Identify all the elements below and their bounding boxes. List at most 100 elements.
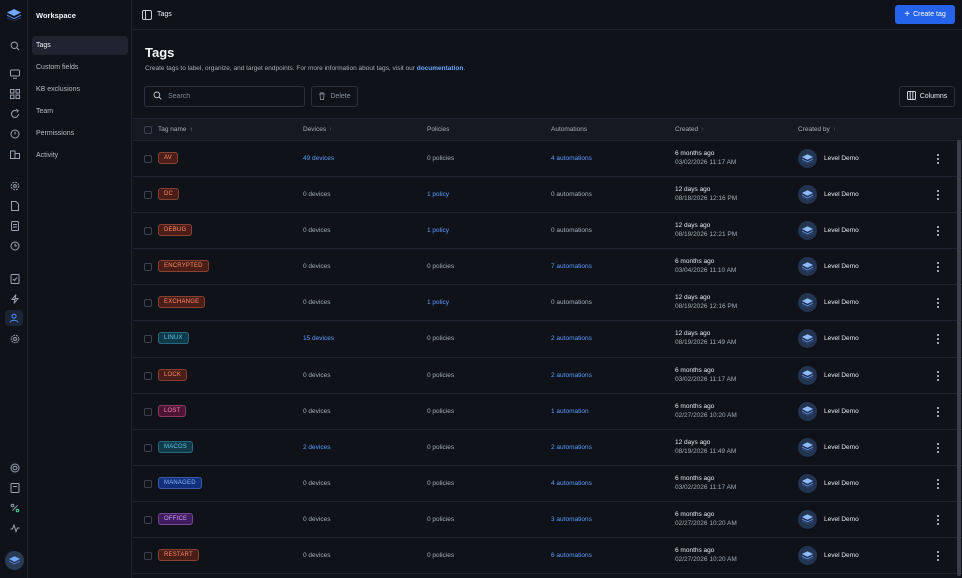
- checklist-icon[interactable]: [9, 273, 20, 284]
- row-menu-icon[interactable]: [935, 514, 941, 526]
- user-avatar[interactable]: [5, 551, 24, 570]
- search-box[interactable]: [144, 86, 305, 107]
- clock-alert-icon[interactable]: [9, 128, 20, 139]
- delete-button[interactable]: Delete: [311, 86, 358, 107]
- create-tag-button[interactable]: + Create tag: [895, 5, 955, 24]
- user-icon[interactable]: [5, 310, 23, 326]
- row-checkbox[interactable]: [144, 371, 152, 380]
- select-all-checkbox[interactable]: [144, 126, 152, 134]
- tag-badge[interactable]: OFFICE: [158, 512, 194, 525]
- sidebar-item-kb-exclusions[interactable]: KB exclusions: [32, 80, 128, 99]
- table-row[interactable]: AV 49 devices 0 policies 4 automations 6…: [133, 141, 962, 178]
- sidebar-toggle-icon[interactable]: [142, 10, 152, 20]
- row-menu-icon[interactable]: [935, 550, 941, 562]
- row-checkbox[interactable]: [144, 443, 152, 452]
- table-row[interactable]: LOCK 0 devices 0 policies 2 automations …: [133, 358, 962, 394]
- automations-count[interactable]: 7 automations: [551, 263, 592, 270]
- tag-badge[interactable]: ENCRYPTED: [158, 260, 209, 273]
- search-icon[interactable]: [9, 40, 20, 51]
- table-row[interactable]: DC 0 devices 1 policy 0 automations 12 d…: [133, 177, 962, 214]
- gear-badge-icon[interactable]: [9, 180, 20, 191]
- column-policies[interactable]: Policies: [427, 126, 449, 133]
- table-row[interactable]: LOST 0 devices 0 policies 1 automation 6…: [133, 394, 962, 430]
- table-row[interactable]: RESTART 0 devices 0 policies 6 automatio…: [133, 538, 962, 575]
- row-checkbox[interactable]: [144, 407, 152, 416]
- monitor-icon[interactable]: [9, 68, 20, 79]
- devices-count[interactable]: 2 devices: [303, 444, 330, 451]
- table-row[interactable]: MANAGED 0 devices 0 policies 4 automatio…: [133, 466, 962, 502]
- history-icon[interactable]: [9, 240, 20, 251]
- activity-pulse-icon[interactable]: [9, 522, 20, 533]
- row-menu-icon[interactable]: [935, 261, 941, 273]
- column-created-by[interactable]: Created by ↑: [798, 126, 836, 133]
- column-devices[interactable]: Devices ↑: [303, 126, 332, 133]
- file-icon[interactable]: [9, 200, 20, 211]
- policies-count[interactable]: 1 policy: [427, 227, 449, 234]
- row-menu-icon[interactable]: [935, 478, 941, 490]
- level-logo-icon[interactable]: [7, 9, 21, 21]
- column-tag-name[interactable]: Tag name ↑: [158, 126, 193, 133]
- automations-count[interactable]: 2 automations: [551, 444, 592, 451]
- sidebar-item-custom-fields[interactable]: Custom fields: [32, 58, 128, 77]
- row-menu-icon[interactable]: [935, 370, 941, 382]
- sparkle-icon[interactable]: [9, 502, 20, 513]
- row-menu-icon[interactable]: [935, 442, 941, 454]
- row-checkbox[interactable]: [144, 191, 152, 200]
- row-menu-icon[interactable]: [935, 297, 941, 309]
- columns-button[interactable]: Columns: [899, 86, 955, 107]
- table-row[interactable]: LINUX 15 devices 0 policies 2 automation…: [133, 321, 962, 358]
- sidebar-item-activity[interactable]: Activity: [32, 146, 128, 165]
- document-list-icon[interactable]: [9, 220, 20, 231]
- row-checkbox[interactable]: [144, 479, 152, 488]
- policies-count[interactable]: 1 policy: [427, 191, 449, 198]
- tag-badge[interactable]: AV: [158, 152, 178, 164]
- documentation-link[interactable]: documentation: [417, 65, 464, 72]
- sidebar-item-permissions[interactable]: Permissions: [32, 124, 128, 143]
- lightning-icon[interactable]: [9, 293, 20, 304]
- settings-icon[interactable]: [9, 333, 20, 344]
- table-row[interactable]: MACOS 2 devices 0 policies 2 automations…: [133, 430, 962, 466]
- automations-count[interactable]: 1 automation: [551, 408, 589, 415]
- tag-badge[interactable]: DEBUG: [158, 224, 193, 237]
- automations-count[interactable]: 2 automations: [551, 335, 592, 342]
- row-checkbox[interactable]: [144, 227, 152, 236]
- support-icon[interactable]: [9, 462, 20, 473]
- tag-badge[interactable]: DC: [158, 188, 180, 201]
- tag-badge[interactable]: LOST: [158, 404, 187, 417]
- table-row[interactable]: DEBUG 0 devices 1 policy 0 automations 1…: [133, 213, 962, 250]
- row-checkbox[interactable]: [144, 335, 152, 344]
- row-checkbox[interactable]: [144, 299, 152, 308]
- column-created[interactable]: Created ↑: [675, 126, 704, 133]
- row-menu-icon[interactable]: [935, 225, 941, 237]
- row-checkbox[interactable]: [144, 155, 152, 163]
- automations-count[interactable]: 3 automations: [551, 516, 592, 523]
- row-checkbox[interactable]: [144, 263, 152, 272]
- row-checkbox[interactable]: [144, 515, 152, 524]
- buildings-icon[interactable]: [9, 148, 20, 159]
- tag-badge[interactable]: LINUX: [158, 332, 189, 345]
- devices-count[interactable]: 49 devices: [303, 155, 334, 162]
- tag-badge[interactable]: EXCHANGE: [158, 296, 206, 309]
- table-row[interactable]: ENCRYPTED 0 devices 0 policies 7 automat…: [133, 249, 962, 286]
- row-menu-icon[interactable]: [935, 333, 941, 345]
- devices-count[interactable]: 15 devices: [303, 335, 334, 342]
- notes-icon[interactable]: [9, 482, 20, 493]
- automations-count[interactable]: 4 automations: [551, 155, 592, 162]
- table-row[interactable]: OFFICE 0 devices 0 policies 3 automation…: [133, 502, 962, 539]
- tag-badge[interactable]: MACOS: [158, 440, 194, 453]
- policies-count[interactable]: 1 policy: [427, 299, 449, 306]
- refresh-icon[interactable]: [9, 108, 20, 119]
- tag-badge[interactable]: LOCK: [158, 368, 188, 381]
- sidebar-item-tags[interactable]: Tags: [32, 36, 128, 55]
- row-menu-icon[interactable]: [935, 153, 941, 165]
- search-input[interactable]: [168, 93, 298, 100]
- row-menu-icon[interactable]: [935, 189, 941, 201]
- row-checkbox[interactable]: [144, 552, 152, 561]
- automations-count[interactable]: 2 automations: [551, 372, 592, 379]
- tag-badge[interactable]: RESTART: [158, 549, 199, 562]
- scrollbar[interactable]: [957, 140, 961, 576]
- row-menu-icon[interactable]: [935, 406, 941, 418]
- table-row[interactable]: EXCHANGE 0 devices 1 policy 0 automation…: [133, 285, 962, 322]
- automations-count[interactable]: 4 automations: [551, 480, 592, 487]
- sidebar-item-team[interactable]: Team: [32, 102, 128, 121]
